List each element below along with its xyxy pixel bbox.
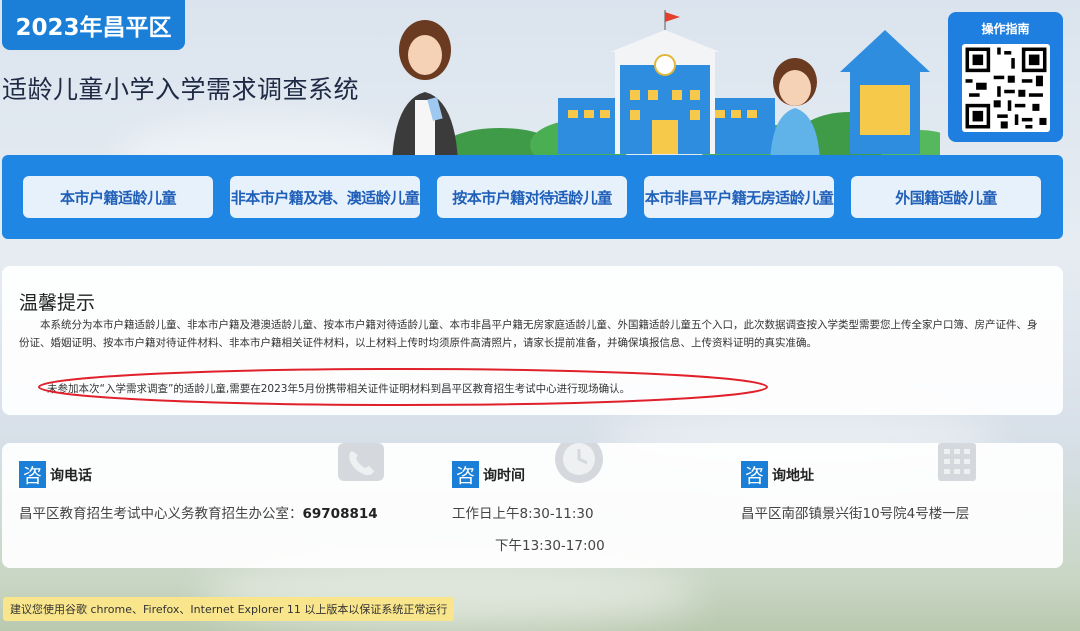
nav-button-local-household[interactable]: 本市户籍适龄儿童 (23, 176, 213, 218)
header-illustration (392, 10, 940, 162)
entry-navigation: 本市户籍适龄儿童 非本市户籍及港、澳适龄儿童 按本市户籍对待适龄儿童 本市非昌平… (2, 155, 1063, 239)
pagoda-building (840, 30, 930, 154)
girl-figure (392, 20, 458, 162)
consult-badge: 咨 (19, 461, 46, 488)
browser-notice: 建议您使用谷歌 chrome、Firefox、Internet Explorer… (3, 597, 455, 621)
region-badge: 2023年昌平区 (2, 0, 185, 50)
highlight-ellipse (38, 368, 768, 406)
contact-hours-title: 询时间 (483, 467, 525, 484)
contact-hours-weekday: 工作日上午8:30-11:30 (452, 506, 594, 522)
consult-badge: 咨 (452, 461, 479, 488)
contact-phone-number: 69708814 (302, 506, 378, 522)
nav-button-non-changping-no-housing[interactable]: 本市非昌平户籍无房适龄儿童 (644, 176, 834, 218)
contact-address-text: 昌平区南邵镇景兴街10号院4号楼一层 (741, 506, 970, 522)
contact-phone-text: 昌平区教育招生考试中心义务教育招生办公室：69708814 (19, 502, 378, 522)
contact-hours: 咨 询时间 工作日上午8:30-11:30 下午13:30-17:00 (452, 461, 605, 554)
contact-address-title: 询地址 (772, 467, 814, 484)
tips-panel: 温馨提示 本系统分为本市户籍适龄儿童、非本市户籍及港澳适龄儿童、按本市户籍对待适… (2, 266, 1063, 415)
contact-phone: 咨 询电话 昌平区教育招生考试中心义务教育招生办公室：69708814 (19, 461, 378, 522)
operation-guide-panel[interactable]: 操作指南 (948, 12, 1063, 142)
boy-figure (770, 58, 820, 162)
tips-title: 温馨提示 (19, 292, 96, 314)
contact-phone-office: 昌平区教育招生考试中心义务教育招生办公室： (19, 506, 303, 522)
nav-button-foreign-nationality[interactable]: 外国籍适龄儿童 (851, 176, 1041, 218)
nav-button-treated-as-local[interactable]: 按本市户籍对待适龄儿童 (437, 176, 627, 218)
operation-guide-label: 操作指南 (981, 22, 1030, 36)
contact-address: 咨 询地址 昌平区南邵镇景兴街10号院4号楼一层 (741, 461, 969, 522)
contact-hours-afternoon: 下午13:30-17:00 (495, 538, 605, 554)
tips-body: 本系统分为本市户籍适龄儿童、非本市户籍及港澳适龄儿童、按本市户籍对待适龄儿童、本… (19, 319, 1038, 349)
contact-panel: 咨 询电话 昌平区教育招生考试中心义务教育招生办公室：69708814 咨 询时… (2, 443, 1063, 568)
nav-button-non-local-hk-macao[interactable]: 非本市户籍及港、澳适龄儿童 (230, 176, 420, 218)
contact-phone-title: 询电话 (50, 467, 92, 484)
system-title: 适龄儿童小学入学需求调查系统 (2, 75, 360, 104)
consult-badge: 咨 (741, 461, 768, 488)
qr-code-icon (962, 44, 1050, 132)
school-building (558, 10, 775, 154)
